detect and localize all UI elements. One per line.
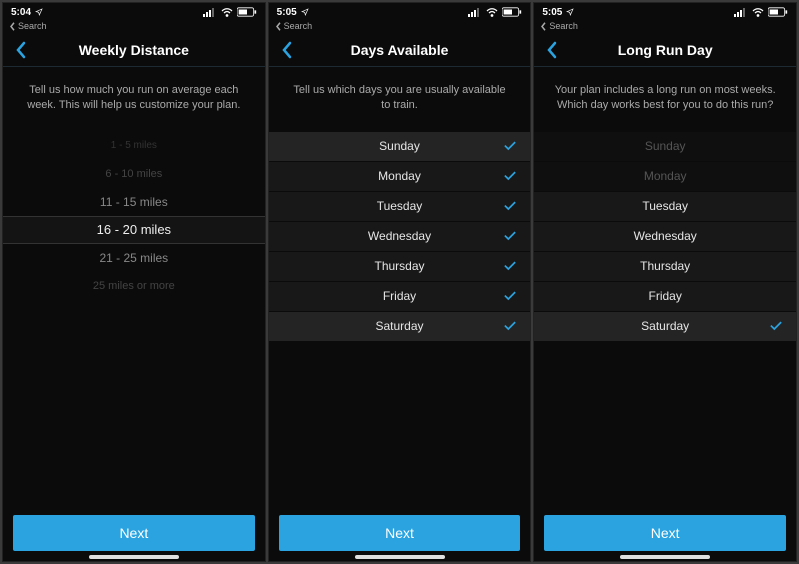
day-row-monday[interactable]: Monday (269, 162, 531, 192)
page-title: Long Run Day (534, 42, 796, 58)
picker-option[interactable]: 11 - 15 miles (3, 188, 265, 216)
picker-option-selected[interactable]: 16 - 20 miles (3, 216, 265, 244)
checkmark-icon (504, 321, 516, 331)
wifi-icon (752, 8, 764, 17)
checkmark-icon (504, 261, 516, 271)
back-button[interactable] (277, 37, 297, 63)
next-button[interactable]: Next (13, 515, 255, 551)
day-label: Wednesday (368, 229, 431, 243)
next-button-label: Next (119, 525, 148, 541)
status-bar: 5:05 (534, 3, 796, 21)
back-button[interactable] (542, 37, 562, 63)
location-icon (35, 8, 43, 16)
battery-icon (237, 7, 257, 17)
status-time: 5:05 (542, 7, 562, 18)
day-row-tuesday[interactable]: Tuesday (269, 192, 531, 222)
checkmark-icon (504, 141, 516, 151)
day-row-thursday[interactable]: Thursday (269, 252, 531, 282)
status-bar: 5:04 (3, 3, 265, 21)
picker-option[interactable]: 25 miles or more (3, 272, 265, 300)
day-list: Sunday Monday Tuesday Wednesday Thursday… (534, 132, 796, 342)
next-button[interactable]: Next (544, 515, 786, 551)
back-button[interactable] (11, 37, 31, 63)
day-row-friday[interactable]: Friday (534, 282, 796, 312)
next-button[interactable]: Next (279, 515, 521, 551)
breadcrumb[interactable]: Search (534, 21, 796, 33)
home-indicator[interactable] (89, 555, 179, 559)
screen-weekly-distance: 5:04 Search Weekly Distance Tell us how … (2, 2, 266, 562)
signal-icon (734, 8, 748, 17)
checkmark-icon (504, 171, 516, 181)
day-label: Saturday (641, 319, 689, 333)
wifi-icon (221, 8, 233, 17)
day-label: Saturday (375, 319, 423, 333)
day-row-saturday[interactable]: Saturday (269, 312, 531, 342)
breadcrumb-label: Search (18, 21, 47, 31)
next-button-label: Next (385, 525, 414, 541)
day-row-saturday[interactable]: Saturday (534, 312, 796, 342)
signal-icon (468, 8, 482, 17)
prompt-text: Tell us how much you run on average each… (3, 67, 265, 132)
checkmark-icon (504, 291, 516, 301)
checkmark-icon (504, 231, 516, 241)
picker-option[interactable]: 6 - 10 miles (3, 160, 265, 188)
breadcrumb[interactable]: Search (3, 21, 265, 33)
day-label: Thursday (374, 259, 424, 273)
signal-icon (203, 8, 217, 17)
wifi-icon (486, 8, 498, 17)
page-title: Weekly Distance (3, 42, 265, 58)
day-row-thursday[interactable]: Thursday (534, 252, 796, 282)
status-time: 5:05 (277, 7, 297, 18)
breadcrumb[interactable]: Search (269, 21, 531, 33)
day-row-sunday: Sunday (534, 132, 796, 162)
nav-bar: Long Run Day (534, 33, 796, 67)
day-row-wednesday[interactable]: Wednesday (269, 222, 531, 252)
day-label: Friday (383, 289, 416, 303)
day-label: Tuesday (377, 199, 423, 213)
status-time: 5:04 (11, 7, 31, 18)
checkmark-icon (770, 321, 782, 331)
screen-long-run-day: 5:05 Search Long Run Day Your plan inclu… (533, 2, 797, 562)
picker-option[interactable]: 1 - 5 miles (3, 132, 265, 160)
battery-icon (768, 7, 788, 17)
next-button-label: Next (651, 525, 680, 541)
location-icon (301, 8, 309, 16)
day-label: Sunday (645, 139, 686, 153)
picker-option[interactable]: 21 - 25 miles (3, 244, 265, 272)
nav-bar: Days Available (269, 33, 531, 67)
home-indicator[interactable] (620, 555, 710, 559)
day-label: Friday (649, 289, 682, 303)
page-title: Days Available (269, 42, 531, 58)
location-icon (566, 8, 574, 16)
battery-icon (502, 7, 522, 17)
day-label: Wednesday (634, 229, 697, 243)
day-row-sunday[interactable]: Sunday (269, 132, 531, 162)
status-bar: 5:05 (269, 3, 531, 21)
screen-days-available: 5:05 Search Days Available Tell us which… (268, 2, 532, 562)
day-row-monday: Monday (534, 162, 796, 192)
day-label: Tuesday (642, 199, 688, 213)
nav-bar: Weekly Distance (3, 33, 265, 67)
day-row-tuesday[interactable]: Tuesday (534, 192, 796, 222)
day-list: Sunday Monday Tuesday Wednesday Thursday… (269, 132, 531, 342)
prompt-text: Tell us which days you are usually avail… (269, 67, 531, 132)
distance-picker[interactable]: 1 - 5 miles 6 - 10 miles 11 - 15 miles 1… (3, 132, 265, 300)
day-row-friday[interactable]: Friday (269, 282, 531, 312)
prompt-text: Your plan includes a long run on most we… (534, 67, 796, 132)
day-row-wednesday[interactable]: Wednesday (534, 222, 796, 252)
home-indicator[interactable] (355, 555, 445, 559)
breadcrumb-label: Search (549, 21, 578, 31)
day-label: Thursday (640, 259, 690, 273)
day-label: Monday (378, 169, 421, 183)
checkmark-icon (504, 201, 516, 211)
breadcrumb-label: Search (284, 21, 313, 31)
day-label: Sunday (379, 139, 420, 153)
day-label: Monday (644, 169, 687, 183)
